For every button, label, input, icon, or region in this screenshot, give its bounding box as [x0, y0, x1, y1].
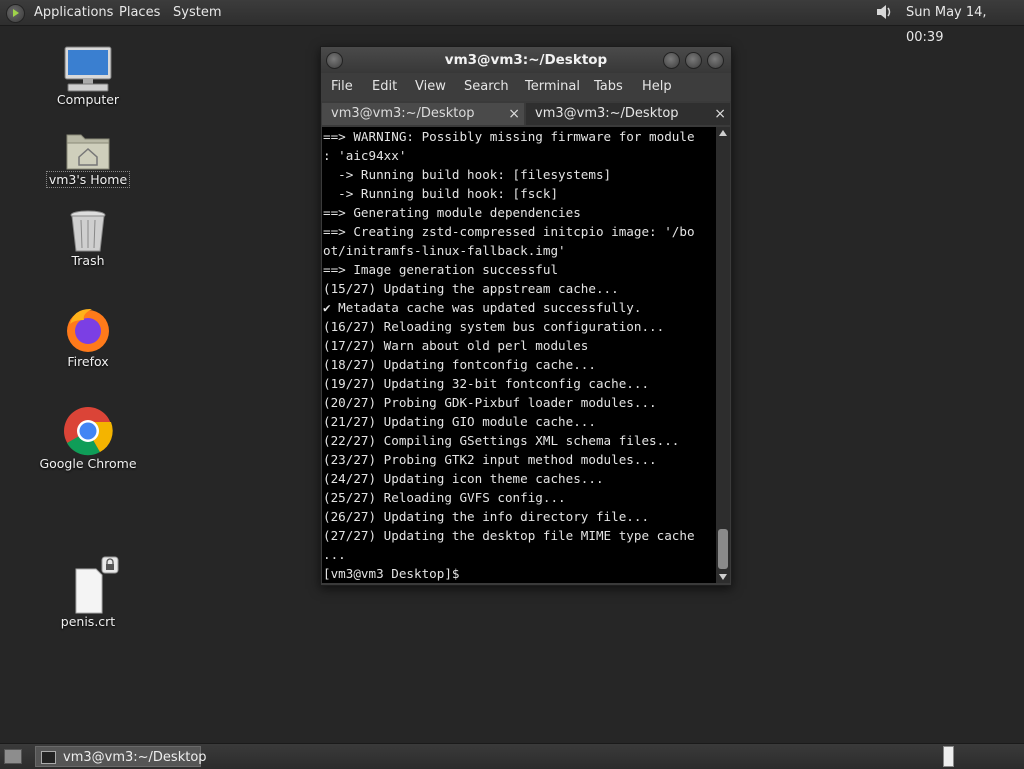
terminal-line: (27/27) Updating the desktop file MIME t…	[323, 528, 695, 543]
menu-terminal[interactable]: Terminal	[525, 73, 580, 101]
applications-icon[interactable]	[6, 4, 25, 23]
desktop-icon-label: Computer	[56, 92, 120, 107]
tab-close-icon[interactable]: ×	[714, 103, 726, 125]
desktop-icon-label: Google Chrome	[39, 456, 137, 471]
terminal-line: (17/27) Warn about old perl modules	[323, 338, 589, 353]
terminal-line: (15/27) Updating the appstream cache...	[323, 281, 619, 296]
menu-edit[interactable]: Edit	[372, 73, 397, 101]
desktop-icon-home[interactable]: vm3's Home	[33, 129, 143, 188]
clock[interactable]: Sun May 14, 00:39	[906, 0, 1024, 45]
terminal-output[interactable]: ==> WARNING: Possibly missing firmware f…	[322, 127, 716, 583]
window-menu-button[interactable]	[326, 52, 343, 69]
terminal-line: : 'aic94xx'	[323, 148, 407, 163]
menu-view[interactable]: View	[415, 73, 446, 101]
desktop-icon-label: Trash	[71, 253, 105, 268]
show-desktop-icon[interactable]	[4, 749, 22, 764]
terminal-line: (22/27) Compiling GSettings XML schema f…	[323, 433, 680, 448]
terminal-icon	[41, 751, 56, 764]
terminal-line: (20/27) Probing GDK-Pixbuf loader module…	[323, 395, 657, 410]
terminal-line: ==> Image generation successful	[323, 262, 559, 277]
terminal-line: ✔ Metadata cache was updated successfull…	[323, 300, 642, 315]
desktop-icon-file[interactable]: penis.crt	[33, 556, 143, 629]
maximize-button[interactable]	[685, 52, 702, 69]
menu-applications[interactable]: Applications	[34, 0, 113, 25]
taskbar-item-terminal[interactable]: vm3@vm3:~/Desktop	[35, 746, 207, 767]
terminal-line: ...	[323, 547, 346, 562]
terminal-line: (24/27) Updating icon theme caches...	[323, 471, 604, 486]
menu-tabs[interactable]: Tabs	[594, 73, 623, 101]
file-icon	[75, 556, 119, 614]
firefox-icon	[67, 308, 109, 352]
window-title: vm3@vm3:~/Desktop	[444, 52, 608, 68]
taskbar-item-label: vm3@vm3:~/Desktop	[63, 750, 207, 765]
desktop-icon-label: vm3's Home	[45, 171, 131, 188]
tab-close-icon[interactable]: ×	[508, 103, 520, 125]
desktop-icon-chrome[interactable]: Google Chrome	[33, 406, 143, 471]
terminal-line: (26/27) Updating the info directory file…	[323, 509, 650, 524]
chrome-icon	[64, 407, 113, 456]
bottom-panel: vm3@vm3:~/Desktop	[0, 743, 1024, 769]
tab-1[interactable]: vm3@vm3:~/Desktop ×	[322, 103, 524, 125]
desktop-icon-label: Firefox	[67, 354, 109, 369]
scrollbar-thumb[interactable]	[718, 529, 728, 569]
computer-icon	[64, 46, 112, 92]
terminal-line: ot/initramfs-linux-fallback.img'	[323, 243, 566, 258]
tab-label: vm3@vm3:~/Desktop	[331, 106, 475, 121]
terminal-tabs: vm3@vm3:~/Desktop × vm3@vm3:~/Desktop ×	[321, 101, 731, 126]
terminal-line: ==> Creating zstd-compressed initcpio im…	[323, 224, 695, 239]
terminal-line: [vm3@vm3 Desktop]$	[323, 566, 468, 581]
volume-icon[interactable]	[875, 3, 893, 21]
home-folder-icon	[66, 134, 110, 170]
scrollbar[interactable]	[716, 127, 730, 583]
terminal-line: ==> Generating module dependencies	[323, 205, 581, 220]
terminal-line: ==> WARNING: Possibly missing firmware f…	[323, 129, 695, 144]
trash-icon	[70, 210, 106, 252]
desktop-icon-label: penis.crt	[60, 614, 116, 629]
desktop-icon-computer[interactable]: Computer	[33, 46, 143, 107]
scroll-down-icon[interactable]	[719, 574, 727, 580]
window-titlebar[interactable]: vm3@vm3:~/Desktop	[321, 47, 731, 73]
menu-help[interactable]: Help	[642, 73, 672, 101]
terminal-line: (16/27) Reloading system bus configurati…	[323, 319, 665, 334]
terminal-line: (18/27) Updating fontconfig cache...	[323, 357, 596, 372]
terminal-line: (21/27) Updating GIO module cache...	[323, 414, 596, 429]
tab-2[interactable]: vm3@vm3:~/Desktop ×	[526, 103, 730, 125]
menu-search[interactable]: Search	[464, 73, 509, 101]
terminal-line: (25/27) Reloading GVFS config...	[323, 490, 566, 505]
desktop-icon-trash[interactable]: Trash	[33, 209, 143, 268]
desktop-icon-firefox[interactable]: Firefox	[33, 306, 143, 369]
terminal-menubar: File Edit View Search Terminal Tabs Help	[321, 73, 731, 101]
menu-places[interactable]: Places	[119, 0, 160, 25]
top-panel: Applications Places System Sun May 14, 0…	[0, 0, 1024, 45]
terminal-line: (19/27) Updating 32-bit fontconfig cache…	[323, 376, 650, 391]
menu-system[interactable]: System	[173, 0, 221, 25]
menu-file[interactable]: File	[331, 73, 353, 101]
close-button[interactable]	[707, 52, 724, 69]
terminal-window: vm3@vm3:~/Desktop File Edit View Search …	[320, 46, 732, 586]
tab-label: vm3@vm3:~/Desktop	[535, 106, 679, 121]
workspace-switcher[interactable]	[943, 746, 954, 767]
minimize-button[interactable]	[663, 52, 680, 69]
scroll-up-icon[interactable]	[719, 130, 727, 136]
terminal-line: (23/27) Probing GTK2 input method module…	[323, 452, 657, 467]
terminal-line: -> Running build hook: [fsck]	[323, 186, 559, 201]
terminal-line: -> Running build hook: [filesystems]	[323, 167, 612, 182]
